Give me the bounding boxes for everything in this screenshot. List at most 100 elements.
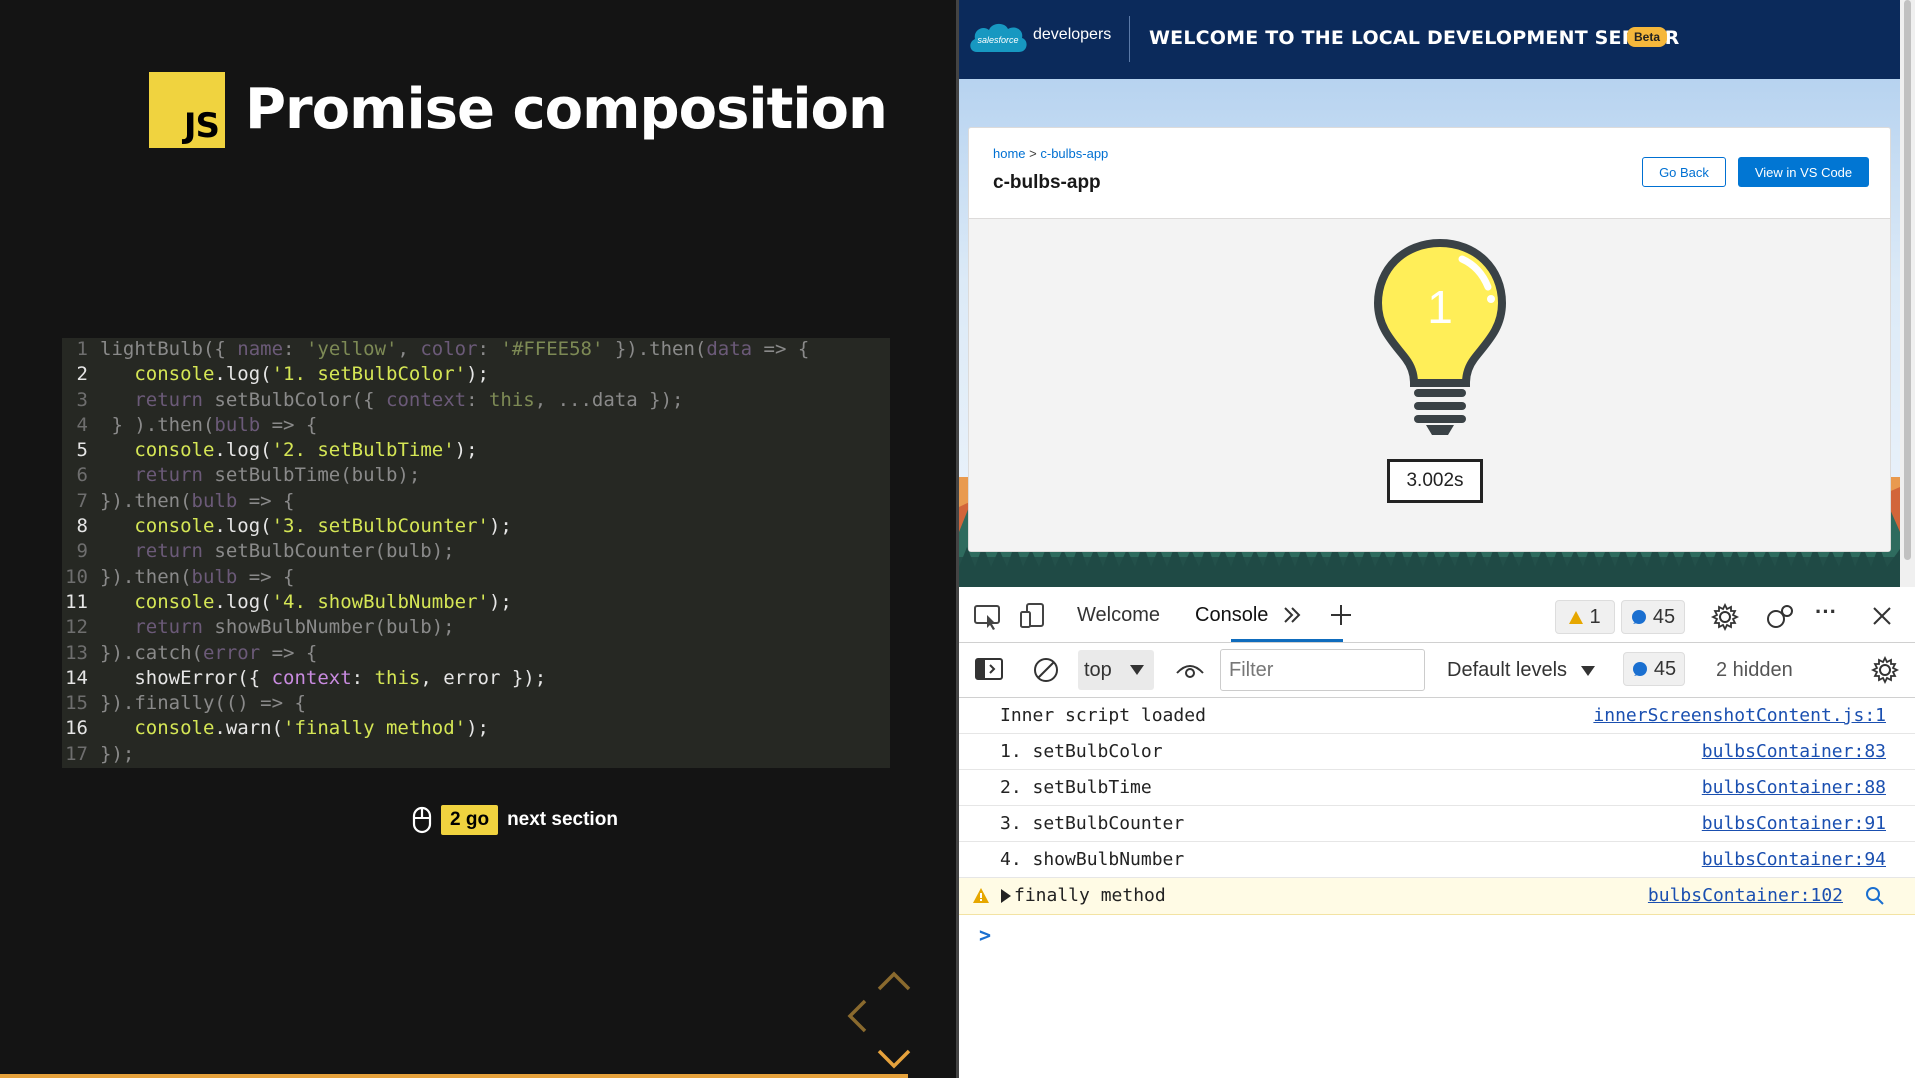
code-token: bulb xyxy=(191,489,238,512)
sidebar-toggle-icon[interactable] xyxy=(974,657,1004,681)
breadcrumb-current-link[interactable]: c-bulbs-app xyxy=(1040,146,1108,161)
salesforce-cloud-logo: salesforce xyxy=(970,23,1027,52)
code-token: .log( xyxy=(214,439,272,462)
breadcrumb: home > c-bulbs-app xyxy=(993,146,1108,161)
header-title: WELCOME TO THE LOCAL DEVELOPMENT SERVER xyxy=(1149,27,1680,49)
code-token: console xyxy=(134,515,215,538)
add-tab-plus-icon[interactable] xyxy=(1329,603,1353,627)
breadcrumb-home-link[interactable]: home xyxy=(993,146,1026,161)
issues-count-badge[interactable]: 45 xyxy=(1623,652,1685,686)
log-source-link[interactable]: bulbsContainer:91 xyxy=(1702,813,1886,834)
log-source-link[interactable]: bulbsContainer:88 xyxy=(1702,777,1886,798)
code-token: ); xyxy=(488,590,512,613)
close-devtools-icon[interactable] xyxy=(1872,606,1892,626)
code-token: this xyxy=(374,666,421,689)
code-token: '#FFEE58' xyxy=(500,338,604,360)
console-log-row: 4. showBulbNumber bulbsContainer:94 xyxy=(959,842,1915,878)
log-message: finally method xyxy=(1014,885,1166,906)
svg-text:salesforce: salesforce xyxy=(977,35,1018,45)
more-options-icon[interactable]: ··· xyxy=(1815,599,1837,625)
line-number: 14 xyxy=(65,666,88,689)
card-header: home > c-bulbs-app c-bulbs-app Go Back V… xyxy=(969,128,1890,219)
code-token: color xyxy=(420,338,478,360)
code-token: console xyxy=(134,439,215,462)
context-value: top xyxy=(1084,658,1112,681)
page-viewport: home > c-bulbs-app c-bulbs-app Go Back V… xyxy=(959,79,1900,587)
warnings-count: 1 xyxy=(1589,605,1601,628)
code-token: return xyxy=(134,540,203,563)
code-token: => { xyxy=(260,641,318,664)
tab-welcome[interactable]: Welcome xyxy=(1077,604,1160,627)
view-in-vscode-button[interactable]: View in VS Code xyxy=(1738,157,1869,187)
code-token: => { xyxy=(752,338,810,360)
code-line: 7}).then(bulb => { xyxy=(62,490,890,515)
line-number: 17 xyxy=(65,742,88,765)
dropdown-caret-icon xyxy=(1581,665,1596,676)
code-token: data xyxy=(706,338,753,360)
code-token: '2. setBulbTime' xyxy=(271,439,455,462)
more-tabs-chevron-icon[interactable] xyxy=(1282,605,1302,625)
nav-up-arrow-icon[interactable] xyxy=(876,970,912,992)
go-back-button[interactable]: Go Back xyxy=(1642,157,1726,187)
line-number: 1 xyxy=(76,338,88,360)
expand-triangle-icon[interactable] xyxy=(1001,889,1011,903)
line-number: 10 xyxy=(65,565,88,588)
code-line: 8 console.log('3. setBulbCounter'); xyxy=(62,515,890,540)
live-expression-eye-icon[interactable] xyxy=(1175,659,1205,681)
console-settings-gear-icon[interactable] xyxy=(1870,655,1900,685)
log-levels-dropdown[interactable]: Default levels xyxy=(1447,659,1596,682)
issues-count: 45 xyxy=(1653,657,1677,680)
code-token: .log( xyxy=(214,515,272,538)
context-selector[interactable]: top xyxy=(1078,650,1154,690)
header-divider xyxy=(1129,16,1130,62)
search-icon[interactable] xyxy=(1865,886,1885,906)
clear-console-icon[interactable] xyxy=(1032,656,1060,684)
tab-console[interactable]: Console xyxy=(1195,604,1268,627)
code-token: return xyxy=(134,616,203,639)
log-source-link[interactable]: innerScreenshotContent.js:1 xyxy=(1593,705,1886,726)
code-token: => { xyxy=(237,489,295,512)
console-log-row: Inner script loaded innerScreenshotConten… xyxy=(959,698,1915,734)
line-number: 9 xyxy=(76,540,88,563)
code-token: console xyxy=(134,590,215,613)
messages-count-badge[interactable]: 45 xyxy=(1621,600,1685,634)
log-source-link[interactable]: bulbsContainer:94 xyxy=(1702,849,1886,870)
customize-devtools-icon[interactable] xyxy=(1765,602,1795,632)
log-source-link[interactable]: bulbsContainer:102 xyxy=(1648,885,1843,906)
console-prompt[interactable]: > xyxy=(959,915,1915,950)
nav-down-arrow-icon[interactable] xyxy=(876,1048,912,1070)
device-emulation-icon[interactable] xyxy=(1019,602,1047,630)
settings-gear-icon[interactable] xyxy=(1710,602,1740,632)
card-title: c-bulbs-app xyxy=(993,172,1101,193)
go-badge: 2 go xyxy=(441,805,499,835)
code-token: }).then( xyxy=(100,565,192,588)
breadcrumb-separator: > xyxy=(1025,146,1041,161)
warnings-count-badge[interactable]: 1 xyxy=(1555,600,1615,634)
nav-left-arrow-icon[interactable] xyxy=(846,998,868,1034)
console-toolbar: top Default levels 45 2 hidden xyxy=(959,643,1915,698)
code-token: : xyxy=(477,338,501,360)
code-block: 1 lightBulb({ name: 'yellow', color: '#FF… xyxy=(62,338,890,768)
inspect-element-icon[interactable] xyxy=(973,604,1003,630)
code-line: 10}).then(bulb => { xyxy=(62,566,890,591)
code-token: ); xyxy=(488,515,512,538)
console-warning-row[interactable]: finally method bulbsContainer:102 xyxy=(959,878,1915,915)
page-scrollbar-thumb[interactable] xyxy=(1904,0,1911,560)
code-token: }); xyxy=(100,742,135,765)
js-logo-text: JS xyxy=(183,106,220,146)
code-token: console xyxy=(134,717,215,740)
line-number: 2 xyxy=(76,363,88,386)
component-card: home > c-bulbs-app c-bulbs-app Go Back V… xyxy=(968,127,1891,552)
dropdown-caret-icon xyxy=(1129,665,1144,675)
code-token: context xyxy=(386,388,467,411)
presentation-slide: JS Promise composition 1 lightBulb({ name… xyxy=(0,0,956,1078)
filter-input[interactable] xyxy=(1220,649,1425,691)
log-source-link[interactable]: bulbsContainer:83 xyxy=(1702,741,1886,762)
code-token: ); xyxy=(466,717,489,740)
code-token: '1. setBulbColor' xyxy=(271,363,467,386)
